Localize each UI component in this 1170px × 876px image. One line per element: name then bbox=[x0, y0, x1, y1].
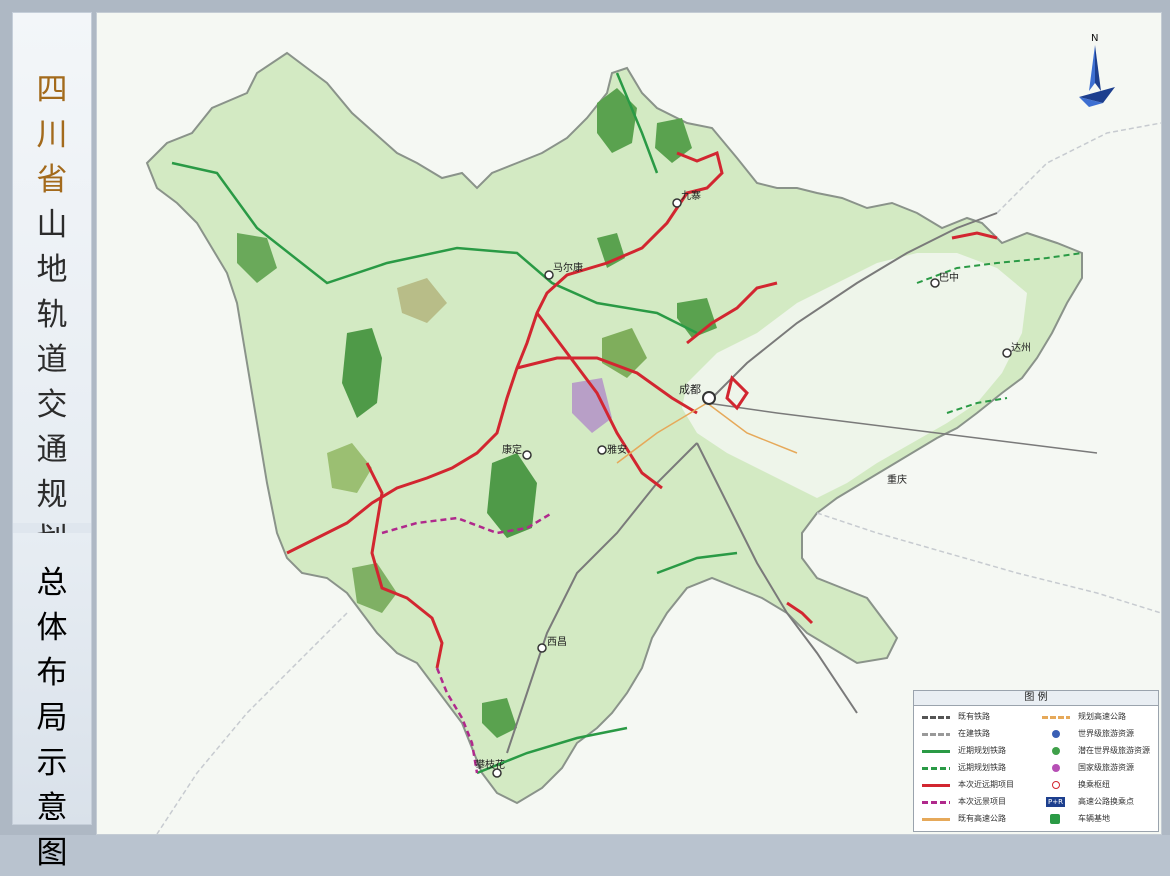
transfer-hub-icon bbox=[1052, 781, 1060, 789]
title-char: 体 bbox=[36, 610, 68, 646]
map-legend: 图 例 既有铁路 在建铁路 近期规划铁路 远期规划铁路 本次近远期项目 本次远景… bbox=[913, 690, 1159, 832]
legend-label: 规划高速公路 bbox=[1078, 712, 1126, 721]
title-subject: 山 地 轨 道 交 通 规 划 bbox=[13, 203, 91, 563]
place-label: 雅安 bbox=[607, 443, 627, 456]
legend-label: 换乘枢纽 bbox=[1078, 780, 1110, 789]
city-marker bbox=[930, 278, 940, 288]
compass-icon: N bbox=[1079, 33, 1115, 107]
city-marker bbox=[1002, 348, 1012, 358]
title-char: 意 bbox=[36, 790, 68, 826]
place-label: 九寨 bbox=[681, 189, 701, 202]
title-char: 示 bbox=[36, 745, 68, 781]
compass-n-label: N bbox=[1091, 33, 1098, 44]
title-char: 道 bbox=[36, 342, 68, 378]
city-marker bbox=[544, 270, 554, 280]
title-char: 川 bbox=[36, 117, 68, 153]
legend-label: 高速公路换乘点 bbox=[1078, 797, 1134, 806]
place-label: 成都 bbox=[679, 383, 701, 396]
city-marker bbox=[537, 643, 547, 653]
legend-label: 远期规划铁路 bbox=[958, 763, 1006, 772]
title-char: 图 bbox=[36, 835, 68, 871]
legend-label: 在建铁路 bbox=[958, 729, 990, 738]
vision-project-icon bbox=[922, 801, 950, 804]
title-bottom-panel: 总 体 布 局 示 意 图 bbox=[13, 533, 91, 871]
north-compass: N bbox=[1073, 31, 1119, 111]
legend-label: 本次远景项目 bbox=[958, 797, 1006, 806]
city-marker bbox=[522, 450, 532, 460]
existing-rail-icon bbox=[922, 716, 950, 719]
legend-label: 既有铁路 bbox=[958, 712, 990, 721]
title-top-panel: 四 川 省 山 地 轨 道 交 通 规 划 bbox=[13, 13, 91, 558]
legend-title: 图 例 bbox=[914, 691, 1158, 706]
title-char: 轨 bbox=[36, 297, 68, 333]
title-char: 四 bbox=[36, 72, 68, 108]
city-marker bbox=[597, 445, 607, 455]
legend-label: 国家级旅游资源 bbox=[1078, 763, 1134, 772]
title-char: 山 bbox=[36, 207, 68, 243]
national-tourism-icon bbox=[1052, 764, 1060, 772]
city-marker bbox=[702, 391, 716, 405]
place-label: 马尔康 bbox=[553, 261, 583, 274]
place-label: 巴中 bbox=[939, 271, 959, 284]
title-char: 省 bbox=[36, 162, 68, 198]
legend-label: 本次近远期项目 bbox=[958, 780, 1014, 789]
title-sidebar: 四 川 省 山 地 轨 道 交 通 规 划 总 体 布 局 示 意 bbox=[12, 12, 92, 871]
near-term-rail-icon bbox=[922, 750, 950, 753]
place-label: 康定 bbox=[502, 443, 522, 456]
legend-label: 近期规划铁路 bbox=[958, 746, 1006, 755]
title-type: 总 体 布 局 示 意 图 bbox=[13, 561, 91, 876]
title-province: 四 川 省 bbox=[13, 68, 91, 203]
depot-icon bbox=[1050, 814, 1060, 824]
map-canvas[interactable]: 马尔康 成都 康定 雅安 西昌 攀枝花 巴中 达州 重庆 九寨 N 图 例 既有… bbox=[96, 12, 1162, 835]
pr-icon: P+R bbox=[1046, 797, 1065, 807]
title-char: 规 bbox=[36, 477, 68, 513]
planned-expressway-icon bbox=[1042, 716, 1070, 719]
place-label: 西昌 bbox=[547, 636, 567, 648]
place-label: 达州 bbox=[1011, 342, 1031, 354]
place-label: 重庆 bbox=[887, 473, 907, 486]
title-char: 通 bbox=[36, 432, 68, 468]
city-marker bbox=[672, 198, 682, 208]
project-line-icon bbox=[922, 784, 950, 787]
title-char: 局 bbox=[36, 700, 68, 736]
poster-frame: 四 川 省 山 地 轨 道 交 通 规 划 总 体 布 局 示 意 bbox=[0, 0, 1170, 871]
long-term-rail-icon bbox=[922, 767, 950, 770]
place-label: 攀枝花 bbox=[475, 758, 505, 771]
construction-rail-icon bbox=[922, 733, 950, 736]
potential-world-tourism-icon bbox=[1052, 747, 1060, 755]
title-char: 总 bbox=[36, 565, 68, 601]
legend-label: 潜在世界级旅游资源 bbox=[1078, 746, 1150, 755]
title-char: 布 bbox=[36, 655, 68, 691]
existing-expressway-icon bbox=[922, 818, 950, 821]
legend-label: 世界级旅游资源 bbox=[1078, 729, 1134, 738]
legend-label: 既有高速公路 bbox=[958, 814, 1006, 823]
title-char: 交 bbox=[36, 387, 68, 423]
world-tourism-icon bbox=[1052, 730, 1060, 738]
legend-label: 车辆基地 bbox=[1078, 814, 1110, 823]
title-char: 地 bbox=[36, 252, 68, 288]
